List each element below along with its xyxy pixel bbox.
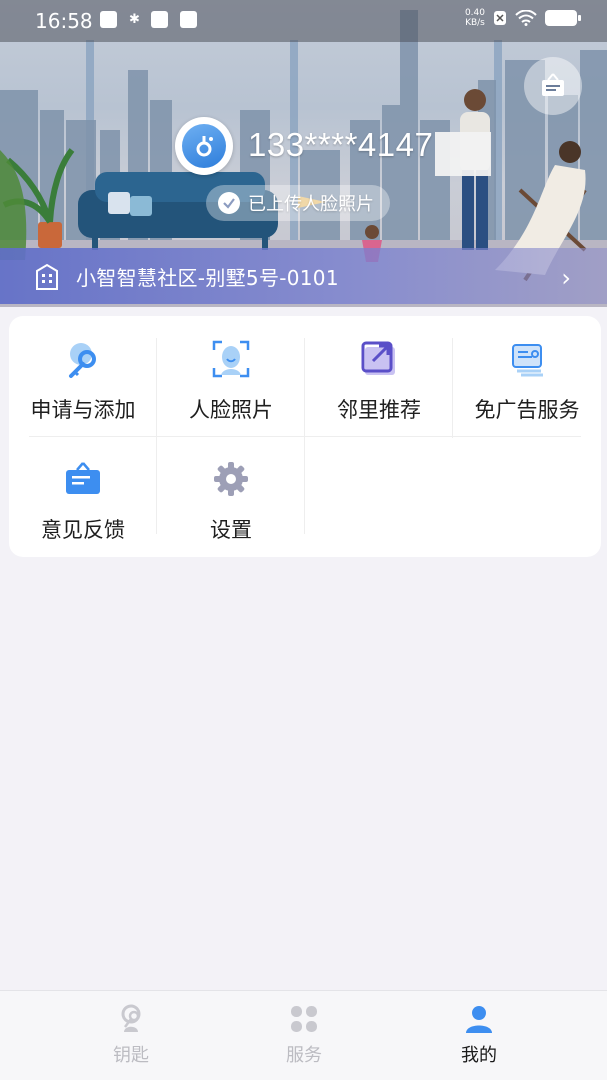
chevron-right-icon: ›	[561, 264, 571, 292]
grid-item-neighbor-recommend[interactable]: 邻里推荐	[305, 316, 453, 436]
sign-board-icon	[542, 73, 564, 96]
grid-icon	[288, 1003, 320, 1035]
status-time: 16:58	[35, 9, 93, 33]
network-speed-value: 0.40	[464, 8, 485, 18]
person-icon	[463, 1003, 495, 1035]
feedback-board-icon	[62, 458, 104, 500]
grid-item-label: 免广告服务	[474, 398, 580, 422]
grid-item-label: 邻里推荐	[337, 398, 421, 422]
wifi-icon	[515, 10, 537, 26]
gear-icon	[210, 458, 252, 500]
status-notification-icons: ✱	[100, 11, 197, 29]
tab-keys[interactable]: 钥匙	[30, 991, 232, 1080]
grid-item-face-photo[interactable]: 人脸照片	[157, 316, 305, 436]
tab-mine[interactable]: 我的	[378, 991, 580, 1080]
network-speed: 0.40 KB/s	[465, 8, 485, 28]
key-search-icon	[62, 338, 104, 380]
grid-item-label: 设置	[210, 518, 252, 542]
community-selector[interactable]: 小智智慧社区-别墅5号-0101 ›	[0, 248, 607, 304]
face-upload-status-text: 已上传人脸照片	[248, 194, 374, 215]
tab-services[interactable]: 服务	[203, 991, 405, 1080]
avatar[interactable]	[175, 117, 233, 175]
grid-item-label: 人脸照片	[189, 398, 273, 422]
tab-label: 服务	[286, 1045, 322, 1066]
notification-app-icon	[151, 11, 168, 28]
face-upload-status-badge: 已上传人脸照片	[206, 185, 390, 221]
community-name: 小智智慧社区-别墅5号-0101	[76, 265, 339, 290]
grid-item-apply-add[interactable]: 申请与添加	[9, 316, 157, 436]
user-phone-number: 133****4147	[248, 126, 434, 163]
face-scan-icon	[210, 338, 252, 380]
notice-sign-button[interactable]	[524, 57, 582, 115]
bluetooth-icon: ✱	[129, 12, 140, 27]
building-icon	[36, 263, 58, 290]
mail-icon	[180, 11, 197, 28]
notification-check-icon	[100, 11, 117, 28]
battery-icon	[545, 10, 581, 26]
profile-header: 16:58 ✱ 0.40 KB/s 133****4147 已上传人脸照片 小智…	[0, 0, 607, 307]
bottom-tab-bar: 钥匙 服务 我的	[0, 990, 607, 1080]
key-icon	[115, 1003, 147, 1035]
grid-item-label: 意见反馈	[41, 518, 125, 542]
ad-free-icon	[506, 338, 548, 380]
check-circle-icon	[218, 192, 240, 214]
function-grid: 申请与添加 人脸照片 邻里推荐 免广告服务 意见反馈 设置	[9, 316, 601, 557]
app-logo-icon	[182, 124, 226, 168]
share-icon	[358, 338, 400, 380]
grid-item-feedback[interactable]: 意见反馈	[9, 436, 157, 556]
tab-label: 我的	[461, 1045, 497, 1066]
grid-item-ad-free[interactable]: 免广告服务	[453, 316, 601, 436]
grid-item-settings[interactable]: 设置	[157, 436, 305, 556]
status-bar: 16:58 ✱ 0.40 KB/s	[0, 0, 607, 42]
mute-icon	[494, 11, 506, 25]
status-right-icons: 0.40 KB/s	[465, 8, 581, 28]
grid-item-label: 申请与添加	[30, 398, 136, 422]
network-speed-unit: KB/s	[465, 18, 485, 28]
tab-label: 钥匙	[113, 1045, 149, 1066]
